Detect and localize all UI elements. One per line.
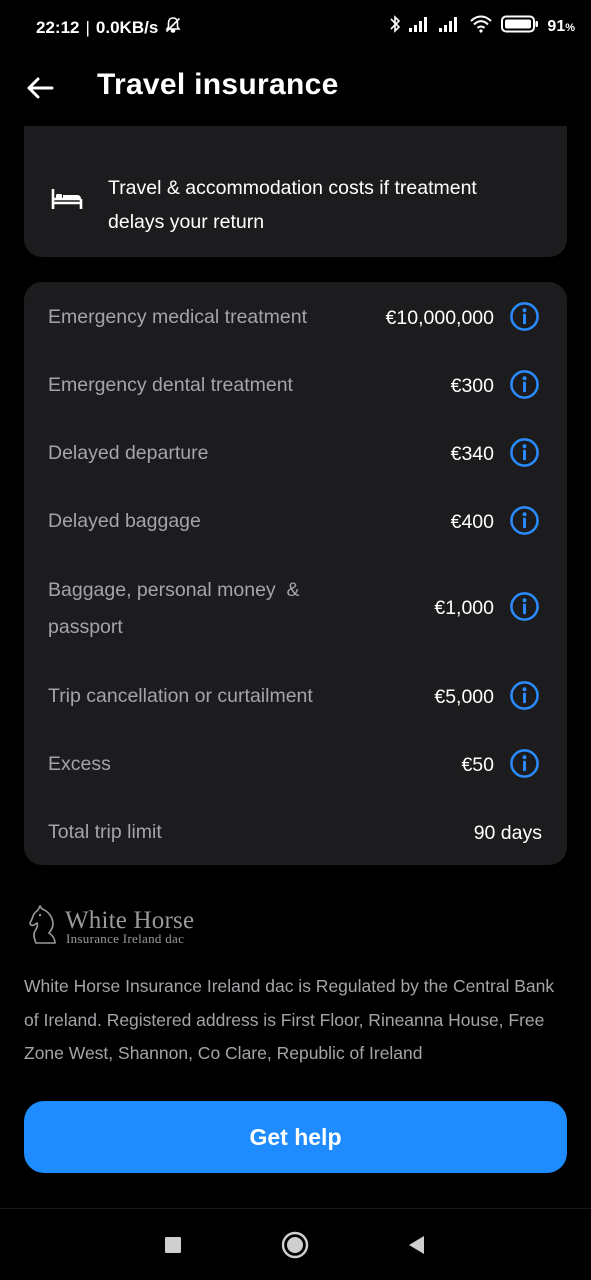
home-button[interactable]: [277, 1227, 313, 1263]
back-button[interactable]: [20, 68, 60, 108]
info-icon[interactable]: [509, 369, 540, 400]
row-value: €10,000,000: [385, 307, 494, 329]
accommodation-text: Travel & accommodation costs if treatmen…: [108, 177, 477, 233]
status-speed: 0.0KB/s: [95, 17, 159, 37]
battery-icon: [501, 15, 539, 38]
cover-card: Emergency medical treatment €10,000,000 …: [24, 282, 567, 865]
nav-back-button[interactable]: [398, 1227, 434, 1263]
row-label-line2: passport: [48, 616, 123, 638]
horse-logo-icon: [29, 905, 56, 944]
accommodation-card: Travel & accommodation costs if treatmen…: [24, 126, 567, 257]
info-icon[interactable]: [509, 680, 540, 711]
signal-icon: [409, 16, 431, 37]
row-value: €5,000: [434, 686, 494, 708]
insurer-logo: White Horse Insurance Ireland dac: [28, 905, 203, 947]
app-bar: Travel insurance: [0, 52, 591, 126]
mute-icon: [164, 16, 182, 39]
row-value: €400: [450, 511, 494, 533]
signal-icon-2: [439, 16, 461, 37]
info-icon[interactable]: [509, 301, 540, 332]
row-value: €340: [450, 443, 494, 465]
row-label: Trip cancellation or curtailment: [48, 685, 313, 707]
row-value: €50: [461, 754, 494, 776]
row-label: Emergency dental treatment: [48, 374, 293, 396]
logo-sub: Insurance Ireland dac: [66, 931, 185, 946]
wifi-icon: [469, 15, 493, 38]
row-label: Baggage, personal money &: [48, 579, 300, 601]
bluetooth-icon: [389, 14, 401, 39]
recents-button[interactable]: [155, 1227, 191, 1263]
bed-icon: [51, 187, 83, 216]
arrow-left-icon: [27, 77, 54, 99]
home-icon: [281, 1231, 309, 1259]
info-icon[interactable]: [509, 505, 540, 536]
row-value: €1,000: [434, 597, 494, 619]
row-value: €300: [450, 375, 494, 397]
system-nav-bar: [0, 1208, 591, 1280]
battery-level: 91%: [547, 17, 575, 35]
page-title: Travel insurance: [97, 68, 339, 101]
row-label: Delayed baggage: [48, 510, 201, 532]
status-bar: 22:12 | 0.0KB/s 91%: [0, 0, 591, 52]
row-label: Total trip limit: [48, 821, 162, 843]
info-icon[interactable]: [509, 437, 540, 468]
info-icon[interactable]: [509, 591, 540, 622]
status-time: 22:12: [36, 17, 80, 37]
disclaimer-text: White Horse Insurance Ireland dac is Reg…: [24, 976, 555, 1063]
status-left: 22:12 | 0.0KB/s: [36, 16, 182, 39]
row-label: Excess: [48, 753, 111, 775]
back-triangle-icon: [409, 1236, 424, 1254]
row-value: 90 days: [473, 822, 542, 844]
status-right: 91%: [389, 14, 575, 39]
info-icon[interactable]: [509, 748, 540, 779]
row-label: Emergency medical treatment: [48, 306, 308, 328]
get-help-button[interactable]: Get help: [24, 1101, 567, 1173]
status-separator: |: [85, 17, 90, 37]
recents-icon: [165, 1237, 181, 1253]
row-label: Delayed departure: [48, 442, 209, 464]
